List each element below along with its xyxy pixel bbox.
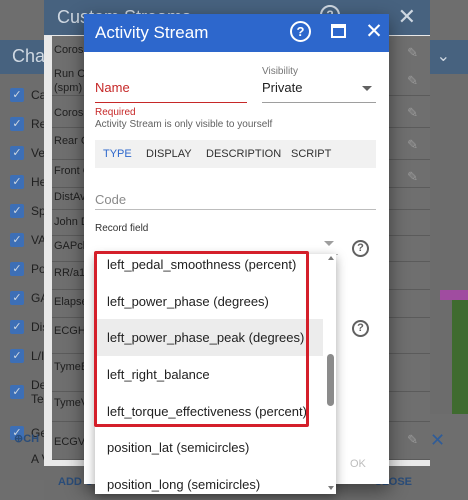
stream-row-label: Coros: [54, 107, 84, 119]
checkbox-icon[interactable]: ✓: [10, 204, 24, 218]
chart-item-label: L/I: [31, 349, 45, 363]
visibility-select[interactable]: Private: [262, 78, 376, 103]
checkbox-icon[interactable]: ✓: [10, 320, 24, 334]
close-icon[interactable]: ✕: [430, 430, 454, 451]
close-icon[interactable]: ✕: [362, 21, 386, 45]
help-icon[interactable]: ?: [352, 320, 369, 337]
checkbox-icon[interactable]: ✓: [10, 349, 24, 363]
dropdown-scrollbar[interactable]: [325, 254, 336, 494]
dialog-header: Activity Stream ? ✕: [84, 14, 389, 52]
close-icon[interactable]: ✕: [398, 4, 416, 30]
checkbox-icon[interactable]: ✓: [10, 385, 24, 399]
ok-button[interactable]: OK: [350, 458, 366, 470]
chart-preview-strip: [440, 290, 468, 300]
checkbox-icon[interactable]: ✓: [10, 146, 24, 160]
tab-bar: TYPE DISPLAY DESCRIPTION SCRIPT: [95, 140, 376, 168]
dropdown-option-highlighted[interactable]: left_power_phase_peak (degrees): [95, 319, 323, 356]
stream-row-label: Coros: [54, 44, 84, 56]
dropdown-option[interactable]: left_pedal_smoothness (percent): [95, 254, 323, 283]
chevron-down-icon: ⌄: [436, 48, 450, 65]
edit-icon[interactable]: ✎: [407, 432, 418, 448]
caret-down-icon: [362, 86, 372, 91]
help-icon[interactable]: ?: [290, 21, 314, 45]
dialog-title: Activity Stream: [95, 23, 209, 42]
help-icon[interactable]: ?: [352, 240, 369, 257]
visibility-label: Visibility: [262, 66, 298, 77]
code-input[interactable]: Code: [95, 190, 376, 210]
code-label: Code: [95, 192, 127, 207]
name-error-text: Required: [95, 107, 136, 118]
checkbox-icon[interactable]: ✓: [10, 291, 24, 305]
add-chart-button[interactable]: ⊕CH: [14, 432, 39, 445]
scroll-up-icon[interactable]: [328, 256, 334, 260]
record-field-dropdown: left_pedal_smoothness (percent) left_pow…: [95, 254, 336, 494]
record-field-label: Record field: [95, 223, 149, 234]
edit-icon[interactable]: ✎: [407, 169, 418, 185]
edit-icon[interactable]: ✎: [407, 137, 418, 153]
checkbox-icon[interactable]: ✓: [10, 117, 24, 131]
caret-up-icon: [324, 241, 334, 246]
dropdown-option[interactable]: left_torque_effectiveness (percent): [95, 393, 323, 430]
dropdown-option[interactable]: left_right_balance: [95, 356, 323, 393]
stream-row-label: DistAv: [54, 191, 86, 203]
checkbox-icon[interactable]: ✓: [10, 233, 24, 247]
edit-icon[interactable]: ✎: [407, 73, 418, 89]
record-field-select[interactable]: [95, 235, 338, 255]
edit-icon[interactable]: ✎: [407, 45, 418, 61]
stream-row-label: Elapse: [54, 296, 88, 308]
visibility-hint: Activity Stream is only visible to yours…: [95, 119, 273, 130]
tab-description[interactable]: DESCRIPTION: [206, 148, 281, 160]
checkbox-icon[interactable]: ✓: [10, 262, 24, 276]
chart-preview-area: [452, 300, 468, 414]
maximize-icon[interactable]: [328, 21, 352, 45]
tab-display[interactable]: DISPLAY: [146, 148, 192, 160]
scroll-down-icon[interactable]: [328, 486, 334, 490]
name-label: Name: [95, 80, 130, 95]
tab-script[interactable]: SCRIPT: [291, 148, 331, 160]
tab-type[interactable]: TYPE: [103, 148, 132, 160]
name-input[interactable]: Name: [95, 78, 247, 103]
chart-item-label: Ve: [31, 146, 46, 160]
scrollbar-thumb[interactable]: [327, 354, 334, 406]
checkbox-icon[interactable]: ✓: [10, 175, 24, 189]
add-chart-label: CH: [23, 433, 40, 445]
checkbox-icon[interactable]: ✓: [10, 88, 24, 102]
stream-row-label: RR/a1: [54, 267, 86, 279]
visibility-value: Private: [262, 80, 303, 95]
dropdown-option[interactable]: position_lat (semicircles): [95, 429, 323, 466]
dropdown-option[interactable]: position_long (semicircles): [95, 466, 323, 494]
edit-icon[interactable]: ✎: [407, 105, 418, 121]
dropdown-option[interactable]: left_power_phase (degrees): [95, 283, 323, 320]
